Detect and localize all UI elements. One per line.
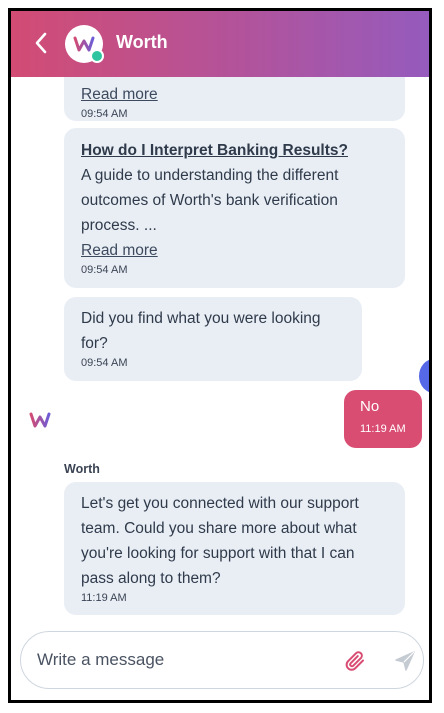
bot-message: Did you find what you were looking for? … [64, 297, 362, 381]
article-summary-line: outcomes of Worth's bank verification [81, 192, 338, 209]
article-summary-line: process. ... [81, 217, 157, 234]
send-icon [395, 651, 415, 671]
back-button[interactable] [29, 30, 53, 56]
message-text-line: team. Could you share more about what [81, 520, 357, 537]
read-more-link[interactable]: Read more [81, 82, 158, 107]
message-time: 09:54 AM [81, 264, 128, 276]
article-card: How do I Interpret Banking Results? A gu… [64, 128, 405, 288]
send-button[interactable] [393, 649, 417, 673]
message-composer [20, 631, 424, 689]
user-message: No 11:19 AM [344, 390, 422, 448]
read-more-link[interactable]: Read more [81, 238, 158, 263]
message-time: 11:19 AM [360, 423, 406, 435]
online-status-dot [90, 49, 104, 63]
article-title-link[interactable]: How do I Interpret Banking Results? [81, 138, 348, 163]
message-text-line: for? [81, 335, 108, 352]
bot-message: Let's get you connected with our support… [64, 482, 405, 615]
chevron-left-icon [35, 32, 47, 54]
message-text-line: Did you find what you were looking [81, 310, 321, 327]
article-card: Read more 09:54 AM [64, 77, 405, 121]
worth-logo-icon [29, 412, 51, 428]
message-text-line: pass along to them? [81, 570, 221, 587]
scroll-indicator-button[interactable] [419, 359, 429, 393]
paperclip-icon [345, 651, 364, 671]
message-time: 11:19 AM [81, 592, 127, 604]
message-text: No [360, 398, 380, 415]
chat-widget: Worth Read more 09:54 AM How do I Interp… [8, 8, 432, 703]
sender-name: Worth [64, 462, 100, 476]
message-time: 09:54 AM [81, 357, 128, 369]
chat-header: Worth [11, 11, 429, 77]
chat-title: Worth [116, 32, 168, 52]
message-text-line: Let's get you connected with our support [81, 495, 359, 512]
message-input[interactable] [37, 647, 327, 673]
message-list[interactable]: Read more 09:54 AM How do I Interpret Ba… [11, 77, 429, 618]
message-text-line: you're looking for support with that I c… [81, 545, 355, 562]
avatar [65, 25, 104, 63]
message-time: 09:54 AM [81, 108, 128, 120]
article-summary-line: A guide to understanding the different [81, 167, 339, 184]
attach-button[interactable] [343, 649, 367, 673]
